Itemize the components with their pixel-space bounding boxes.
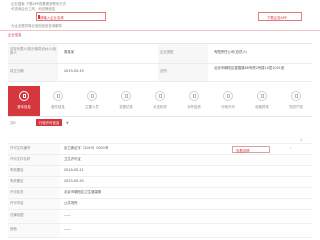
tabs-divider <box>8 116 312 117</box>
tab-ip[interactable]: 知识产权 <box>280 86 312 116</box>
row-divider <box>8 223 312 224</box>
view-details-label: 查看详情 <box>236 148 250 153</box>
row-divider <box>8 165 312 166</box>
license-icon <box>223 91 233 101</box>
detail-label: 法律依据 <box>10 213 24 217</box>
document-icon <box>19 91 29 101</box>
info-value-founded: 2019-03-19 <box>64 69 84 73</box>
notice-line-1: ·企业搜索 下载APP查看更多联系方式 <box>10 2 67 6</box>
tab-label: 分支机构 <box>153 105 167 109</box>
detail-value: 北京市朝阳区卫生健康委 <box>64 190 102 194</box>
filter-dropdown-icon[interactable]: ▼ <box>66 121 69 125</box>
person-icon <box>87 91 97 101</box>
detail-label: 有效期至 <box>10 179 24 183</box>
detail-label: 许可文件名称 <box>10 157 31 161</box>
tab-label: 知识产权 <box>289 105 303 109</box>
info-label-founded: 成立日期 <box>10 69 24 73</box>
tab-change-records[interactable]: 变更记录 <box>110 86 142 116</box>
patent-icon <box>291 91 301 101</box>
row-divider <box>8 176 312 177</box>
detail-label: 许可机关 <box>10 190 24 194</box>
tab-bar: 基本信息 股东信息 主要人员 变更记录 分支机构 对外投资 行政许可 经营异常 … <box>8 86 312 116</box>
detail-value: —— <box>64 227 71 231</box>
info-label-legal-rep: 法定代表人/执行事务合伙人/负责人 <box>10 47 57 55</box>
row-divider <box>8 187 312 188</box>
detail-label: 许可文件编号 <box>10 146 31 150</box>
warning-icon <box>257 91 267 101</box>
result-count: 共6 <box>10 121 16 125</box>
info-grid: 法定代表人/执行事务合伙人/负责人 周某某 企业类型 有限责任公司(自然人) 成… <box>8 43 312 82</box>
row-divider <box>8 81 312 82</box>
detail-value: 2019-05-21 <box>64 168 84 172</box>
info-value-type: 有限责任公司(自然人) <box>214 50 248 54</box>
row-divider <box>8 198 312 199</box>
chevron-right-icon[interactable]: › <box>290 146 291 150</box>
info-value-legal-rep: 周某某 <box>64 50 75 54</box>
tab-label: 对外投资 <box>187 105 201 109</box>
tab-label: 主要人员 <box>85 105 99 109</box>
notice-line-3: ·为企业提供商业信用信息查询服务 <box>10 24 62 28</box>
detail-value: 京卫食证字〔2019〕0001号 <box>64 146 109 150</box>
info-label-address: 住所 <box>160 69 167 73</box>
download-app-label: 下载企查APP <box>267 15 287 20</box>
download-app-button[interactable]: 下载企查APP <box>258 12 302 21</box>
tab-label: 经营异常 <box>255 105 269 109</box>
info-label-type: 企业类型 <box>160 50 174 54</box>
notice-line-2: ·可查询企业工商、司法等信息 <box>10 7 56 11</box>
detail-label: 有效期自 <box>10 168 24 172</box>
page-number: 1 <box>300 138 303 142</box>
tab-label: 基本信息 <box>17 105 31 109</box>
info-value-address: 北京市朝阳区建国路88号院2号楼10层1001室 <box>214 66 285 70</box>
view-details-button[interactable]: 查看详情 <box>232 146 270 153</box>
search-input[interactable]: 请输入企业名称 <box>36 12 106 21</box>
tab-shareholders[interactable]: 股东信息 <box>42 86 74 116</box>
tab-label: 行政许可 <box>221 105 235 109</box>
tab-abnormal[interactable]: 经营异常 <box>246 86 278 116</box>
row-divider <box>8 63 312 64</box>
investment-icon <box>189 91 199 101</box>
divider <box>0 30 320 31</box>
row-divider <box>8 154 312 155</box>
detail-value: —— <box>64 213 71 217</box>
row-divider <box>8 209 312 210</box>
detail-value: 公共场所 <box>64 201 78 205</box>
row-divider <box>8 237 312 238</box>
history-icon <box>121 91 131 101</box>
detail-table: 许可文件编号 京卫食证字〔2019〕0001号 许可文件名称 卫生许可证 有效期… <box>8 143 312 238</box>
detail-value: 卫生许可证 <box>64 157 81 161</box>
detail-value: 2023-05-20 <box>64 179 84 183</box>
section-title: 企业信息 <box>8 33 22 37</box>
tab-investments[interactable]: 对外投资 <box>178 86 210 116</box>
filter-chip-label: 行政许可信息 <box>39 120 60 125</box>
tab-branches[interactable]: 分支机构 <box>144 86 176 116</box>
search-placeholder: 请输入企业名称 <box>40 15 64 20</box>
filter-chip[interactable]: 行政许可信息 <box>36 119 62 126</box>
tab-label: 变更记录 <box>119 105 133 109</box>
branch-icon <box>155 91 165 101</box>
tab-licenses[interactable]: 行政许可 <box>212 86 244 116</box>
detail-label: 许可内容 <box>10 201 24 205</box>
row-divider <box>8 143 312 144</box>
detail-label: 其他 <box>10 227 17 231</box>
tab-key-personnel[interactable]: 主要人员 <box>76 86 108 116</box>
people-icon <box>53 91 63 101</box>
tab-label: 股东信息 <box>51 105 65 109</box>
tab-basic-info[interactable]: 基本信息 <box>8 86 40 116</box>
